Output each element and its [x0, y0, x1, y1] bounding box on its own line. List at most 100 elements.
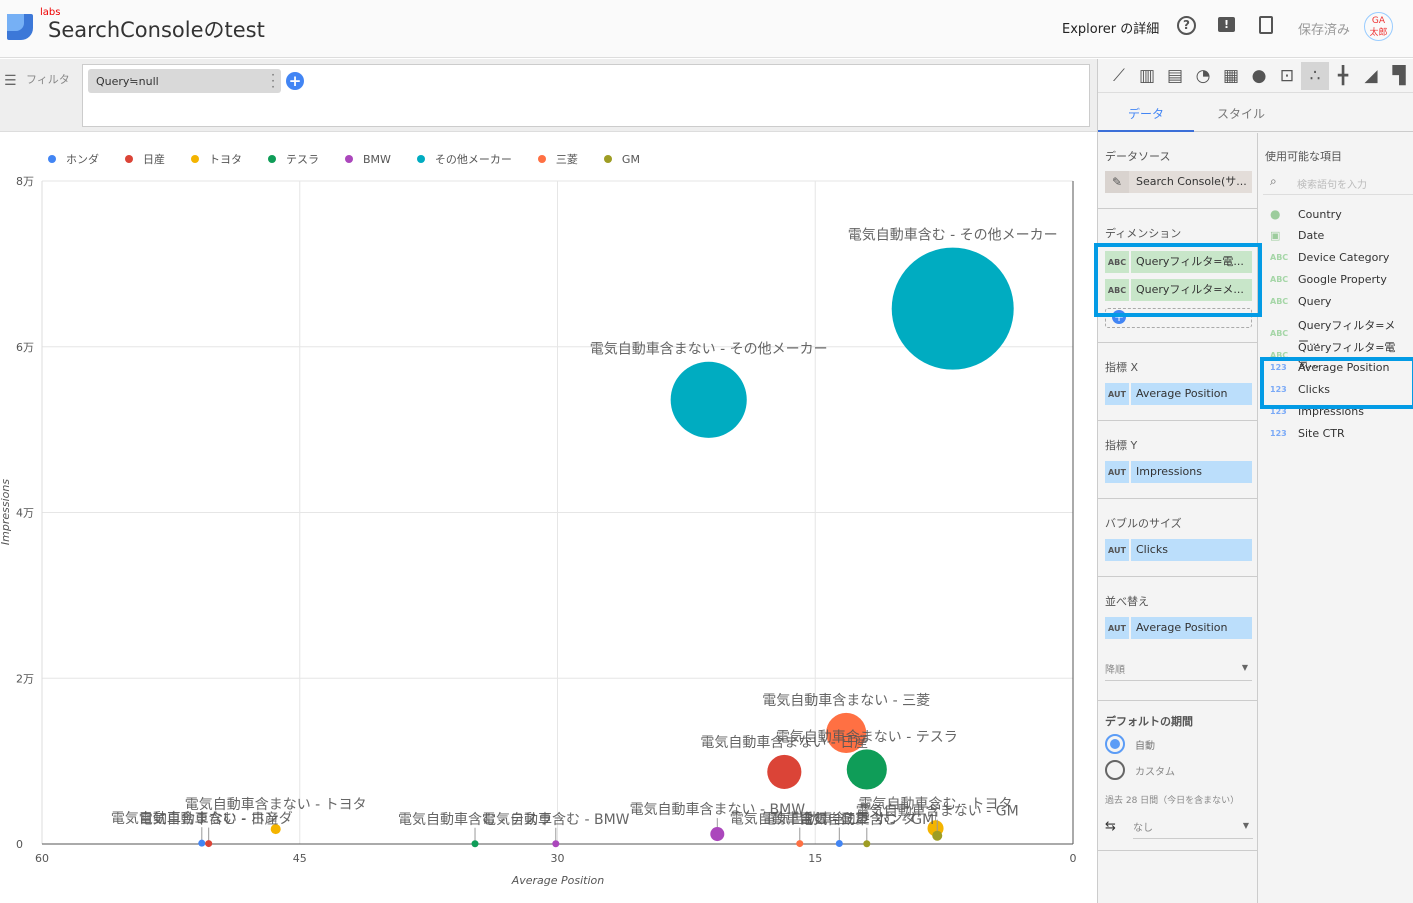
legend-swatch	[191, 155, 199, 163]
sort-pill[interactable]: AUT Average Position	[1105, 617, 1252, 639]
help-icon[interactable]: ?	[1177, 16, 1196, 35]
x-tick-label: 30	[551, 852, 565, 865]
bubble-point	[767, 754, 802, 789]
sort-order-value: 降順	[1105, 665, 1125, 676]
y-tick-label: 4万	[16, 507, 34, 520]
y-tick-label: 6万	[16, 341, 34, 354]
x-axis-title: Average Position	[511, 874, 605, 887]
bar-chart-icon[interactable]: ▥	[1133, 62, 1161, 90]
text-type-icon: ABC	[1270, 253, 1289, 262]
avatar[interactable]: GA太郎	[1364, 12, 1393, 41]
globe-icon: ●	[1270, 207, 1281, 221]
legend-item[interactable]: 三菱	[537, 151, 578, 167]
auto-aggregation-icon: AUT	[1105, 617, 1129, 639]
tab-data[interactable]: データ	[1128, 105, 1164, 122]
datasource-pill[interactable]: ✎ Search Console(サ...	[1105, 171, 1252, 193]
sort-section: 並べ替え AUT Average Position 降順 ▼	[1098, 577, 1258, 701]
tab-style[interactable]: スタイル	[1217, 105, 1265, 122]
dimension-label: ディメンション	[1105, 227, 1182, 240]
legend-label: GM	[621, 152, 640, 166]
search-placeholder: 検索語句を入力	[1297, 180, 1367, 191]
section-label: 並べ替え	[1105, 595, 1149, 608]
filter-icon: ☰	[4, 73, 17, 89]
field-item[interactable]: ABC Device Category	[1270, 251, 1389, 264]
radio-auto[interactable]	[1105, 734, 1125, 754]
legend-item[interactable]: BMW	[345, 151, 391, 167]
field-name: Google Property	[1298, 273, 1387, 286]
bubble-point	[471, 840, 479, 848]
auto-aggregation-icon: AUT	[1105, 539, 1129, 561]
pie-chart-icon[interactable]: ◔	[1189, 62, 1217, 90]
combo-chart-icon[interactable]: ▤	[1161, 62, 1189, 90]
area-chart-icon[interactable]: ◢	[1357, 62, 1385, 90]
bubble-pill[interactable]: AUT Clicks	[1105, 539, 1252, 561]
data-config-column: データソース ✎ Search Console(サ... ディメンション ABC Q…	[1094, 133, 1262, 903]
y-tick-label: 0	[16, 838, 23, 851]
report-title[interactable]: SearchConsoleのtest	[48, 14, 265, 44]
metric-x-pill[interactable]: AUT Average Position	[1105, 383, 1252, 405]
field-name: Date	[1298, 229, 1325, 242]
field-item[interactable]: ▣ Date	[1270, 229, 1324, 242]
legend-swatch	[125, 155, 133, 163]
bubble-point	[932, 830, 943, 841]
more-vert-icon[interactable]: · · ·	[271, 69, 275, 93]
panel-tabs: データ スタイル	[1098, 93, 1413, 132]
bubble-point	[710, 827, 725, 842]
bubble-point	[846, 749, 887, 790]
sort-order-dropdown[interactable]: 降順 ▼	[1105, 661, 1252, 681]
metric-y-section: 指標 Y AUT Impressions	[1098, 421, 1258, 499]
compare-dropdown[interactable]: なし ▼	[1133, 819, 1253, 839]
legend-swatch	[268, 155, 276, 163]
field-search-input[interactable]: ⌕ 検索語句を入力	[1263, 171, 1413, 195]
metric-y-pill[interactable]: AUT Impressions	[1105, 461, 1252, 483]
radio-custom[interactable]	[1105, 760, 1125, 780]
legend-item[interactable]: GM	[603, 151, 640, 167]
search-icon: ⌕	[1270, 174, 1277, 188]
legend-item[interactable]: その他メーカー	[416, 151, 512, 167]
scorecard-icon[interactable]: ⊡	[1273, 62, 1301, 90]
bubble-section: バブルのサイズ AUT Clicks	[1098, 499, 1258, 577]
field-item[interactable]: ABC Query	[1270, 295, 1331, 308]
pivot-icon[interactable]: ▜	[1385, 62, 1413, 90]
date-range-section: デフォルトの期間 自動 カスタム 過去 28 日間（今日を含まない） ⇆ なし ▼	[1098, 701, 1258, 851]
legend-item[interactable]: テスラ	[268, 151, 319, 167]
feedback-icon[interactable]: !	[1218, 17, 1235, 32]
legend-swatch	[603, 155, 612, 163]
y-tick-label: 2万	[16, 672, 34, 685]
highlight-box	[1094, 243, 1262, 317]
header: labs SearchConsoleのtest Explorer の詳細 ? !…	[0, 0, 1413, 58]
legend-item[interactable]: ホンダ	[48, 151, 99, 167]
legend-item[interactable]: 日産	[125, 151, 165, 167]
bubble-point	[796, 840, 804, 848]
text-type-icon: ABC	[1270, 275, 1289, 284]
line-chart-icon[interactable]: ⟋	[1105, 62, 1133, 90]
add-filter-button[interactable]: +	[286, 72, 304, 90]
x-tick-label: 0	[1070, 852, 1077, 865]
app-logo	[7, 14, 33, 40]
legend-swatch	[537, 155, 546, 163]
legend-swatch	[416, 155, 425, 163]
metric-x-section: 指標 X AUT Average Position	[1098, 343, 1258, 421]
field-item[interactable]: 123 Site CTR	[1270, 427, 1345, 440]
field-item[interactable]: ABC Google Property	[1270, 273, 1387, 286]
bubble-point	[891, 247, 1014, 370]
x-tick-label: 45	[293, 852, 307, 865]
edit-icon[interactable]: ✎	[1105, 171, 1129, 193]
bubble-point	[198, 839, 206, 847]
geo-map-icon[interactable]: ●	[1245, 62, 1273, 90]
explorer-details-link[interactable]: Explorer の詳細	[1062, 18, 1159, 37]
export-icon[interactable]	[1259, 16, 1273, 34]
field-item[interactable]: ● Country	[1270, 207, 1342, 221]
y-tick-label: 8万	[16, 175, 34, 188]
auto-aggregation-icon: AUT	[1105, 461, 1129, 483]
table-icon[interactable]: ▦	[1217, 62, 1245, 90]
metric-name: Average Position	[1131, 617, 1252, 639]
compare-value: なし	[1133, 823, 1153, 834]
chart-legend: ホンダ 日産 トヨタ テスラ BMW その他メーカー 三菱 GM	[48, 151, 666, 167]
scatter-chart-icon[interactable]: ∴	[1301, 61, 1329, 90]
compare-icon: ⇆	[1105, 819, 1116, 834]
legend-item[interactable]: トヨタ	[191, 151, 242, 167]
bullet-icon[interactable]: ╋	[1329, 62, 1357, 90]
filter-chip[interactable]: Query≒null · · ·	[88, 69, 281, 93]
highlight-box	[1260, 357, 1413, 409]
